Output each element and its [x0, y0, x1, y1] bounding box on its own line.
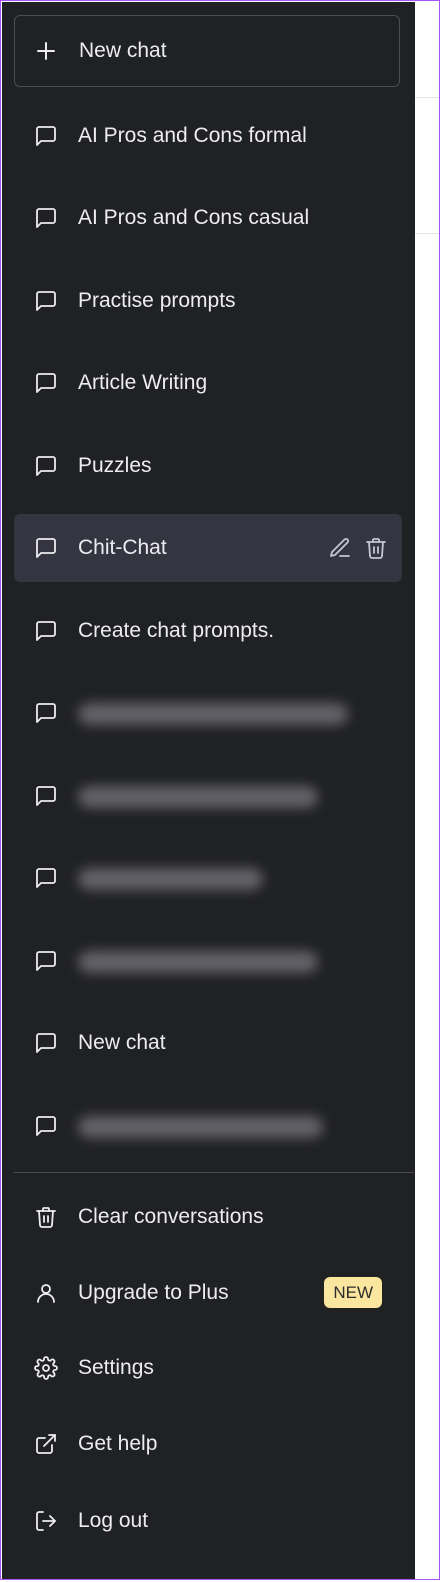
- chat-bubble-icon: [34, 289, 58, 313]
- chat-bubble-icon: [34, 619, 58, 643]
- chat-item-label: Create chat prompts.: [78, 619, 275, 642]
- chat-item[interactable]: AI Pros and Cons casual: [14, 184, 402, 252]
- blurred-chat-title: [78, 703, 348, 725]
- chat-item-label: New chat: [78, 1031, 166, 1054]
- chat-bubble-icon: [34, 784, 58, 808]
- sidebar-divider: [14, 1172, 414, 1173]
- chat-item-blurred[interactable]: [14, 927, 402, 995]
- new-badge: NEW: [324, 1277, 382, 1308]
- new-chat-label: New chat: [79, 39, 167, 62]
- chat-item-label: Practise prompts: [78, 289, 236, 312]
- chat-item-label: Chit-Chat: [78, 536, 167, 559]
- trash-icon: [34, 1205, 58, 1229]
- main-content-area: [415, 1, 439, 1579]
- sidebar: New chat AI Pros and Cons formal AI Pros…: [2, 2, 415, 1579]
- settings-label: Settings: [78, 1356, 154, 1379]
- chat-item-label: AI Pros and Cons formal: [78, 124, 307, 147]
- chat-item-label: Puzzles: [78, 454, 152, 477]
- upgrade-to-plus-label: Upgrade to Plus: [78, 1281, 229, 1304]
- clear-conversations-label: Clear conversations: [78, 1205, 264, 1228]
- chat-item-blurred[interactable]: [14, 762, 402, 830]
- chat-item[interactable]: Create chat prompts.: [14, 597, 402, 665]
- get-help-button[interactable]: Get help: [14, 1412, 402, 1476]
- content-divider: [415, 233, 439, 234]
- chat-item-blurred[interactable]: [14, 1092, 402, 1160]
- gear-icon: [34, 1356, 58, 1380]
- chat-item-label: Article Writing: [78, 371, 208, 394]
- log-out-label: Log out: [78, 1509, 149, 1532]
- chat-item-actions: [328, 536, 388, 560]
- chat-item[interactable]: Article Writing: [14, 349, 402, 417]
- blurred-chat-title: [78, 786, 318, 808]
- chat-bubble-icon: [34, 124, 58, 148]
- window-frame: New chat AI Pros and Cons formal AI Pros…: [0, 0, 440, 1580]
- chat-bubble-icon: [34, 371, 58, 395]
- chat-bubble-icon: [34, 1114, 58, 1138]
- chat-bubble-icon: [34, 949, 58, 973]
- chat-item[interactable]: Practise prompts: [14, 267, 402, 335]
- trash-icon[interactable]: [364, 536, 388, 560]
- upgrade-to-plus-button[interactable]: Upgrade to Plus NEW: [14, 1261, 402, 1325]
- chat-item[interactable]: New chat: [14, 1009, 402, 1077]
- blurred-chat-title: [78, 1116, 323, 1138]
- chat-item-blurred[interactable]: [14, 844, 402, 912]
- chat-bubble-icon: [34, 866, 58, 890]
- chat-item-blurred[interactable]: [14, 679, 402, 747]
- plus-icon: [36, 41, 56, 61]
- user-icon: [34, 1281, 58, 1305]
- chat-bubble-icon: [34, 1031, 58, 1055]
- log-out-button[interactable]: Log out: [14, 1489, 402, 1553]
- clear-conversations-button[interactable]: Clear conversations: [14, 1185, 402, 1249]
- get-help-label: Get help: [78, 1432, 158, 1455]
- new-chat-button[interactable]: New chat: [14, 15, 400, 87]
- chat-item[interactable]: Puzzles: [14, 432, 402, 500]
- pencil-icon[interactable]: [328, 536, 352, 560]
- chat-bubble-icon: [34, 206, 58, 230]
- chat-bubble-icon: [34, 536, 58, 560]
- external-link-icon: [34, 1432, 58, 1456]
- blurred-chat-title: [78, 868, 263, 890]
- chat-item-label: AI Pros and Cons casual: [78, 206, 310, 229]
- chat-bubble-icon: [34, 454, 58, 478]
- chat-bubble-icon: [34, 701, 58, 725]
- content-divider: [415, 97, 439, 98]
- settings-button[interactable]: Settings: [14, 1336, 402, 1400]
- chat-item-active[interactable]: Chit-Chat: [14, 514, 402, 582]
- blurred-chat-title: [78, 951, 318, 973]
- chat-item[interactable]: AI Pros and Cons formal: [14, 102, 402, 170]
- logout-icon: [34, 1509, 58, 1533]
